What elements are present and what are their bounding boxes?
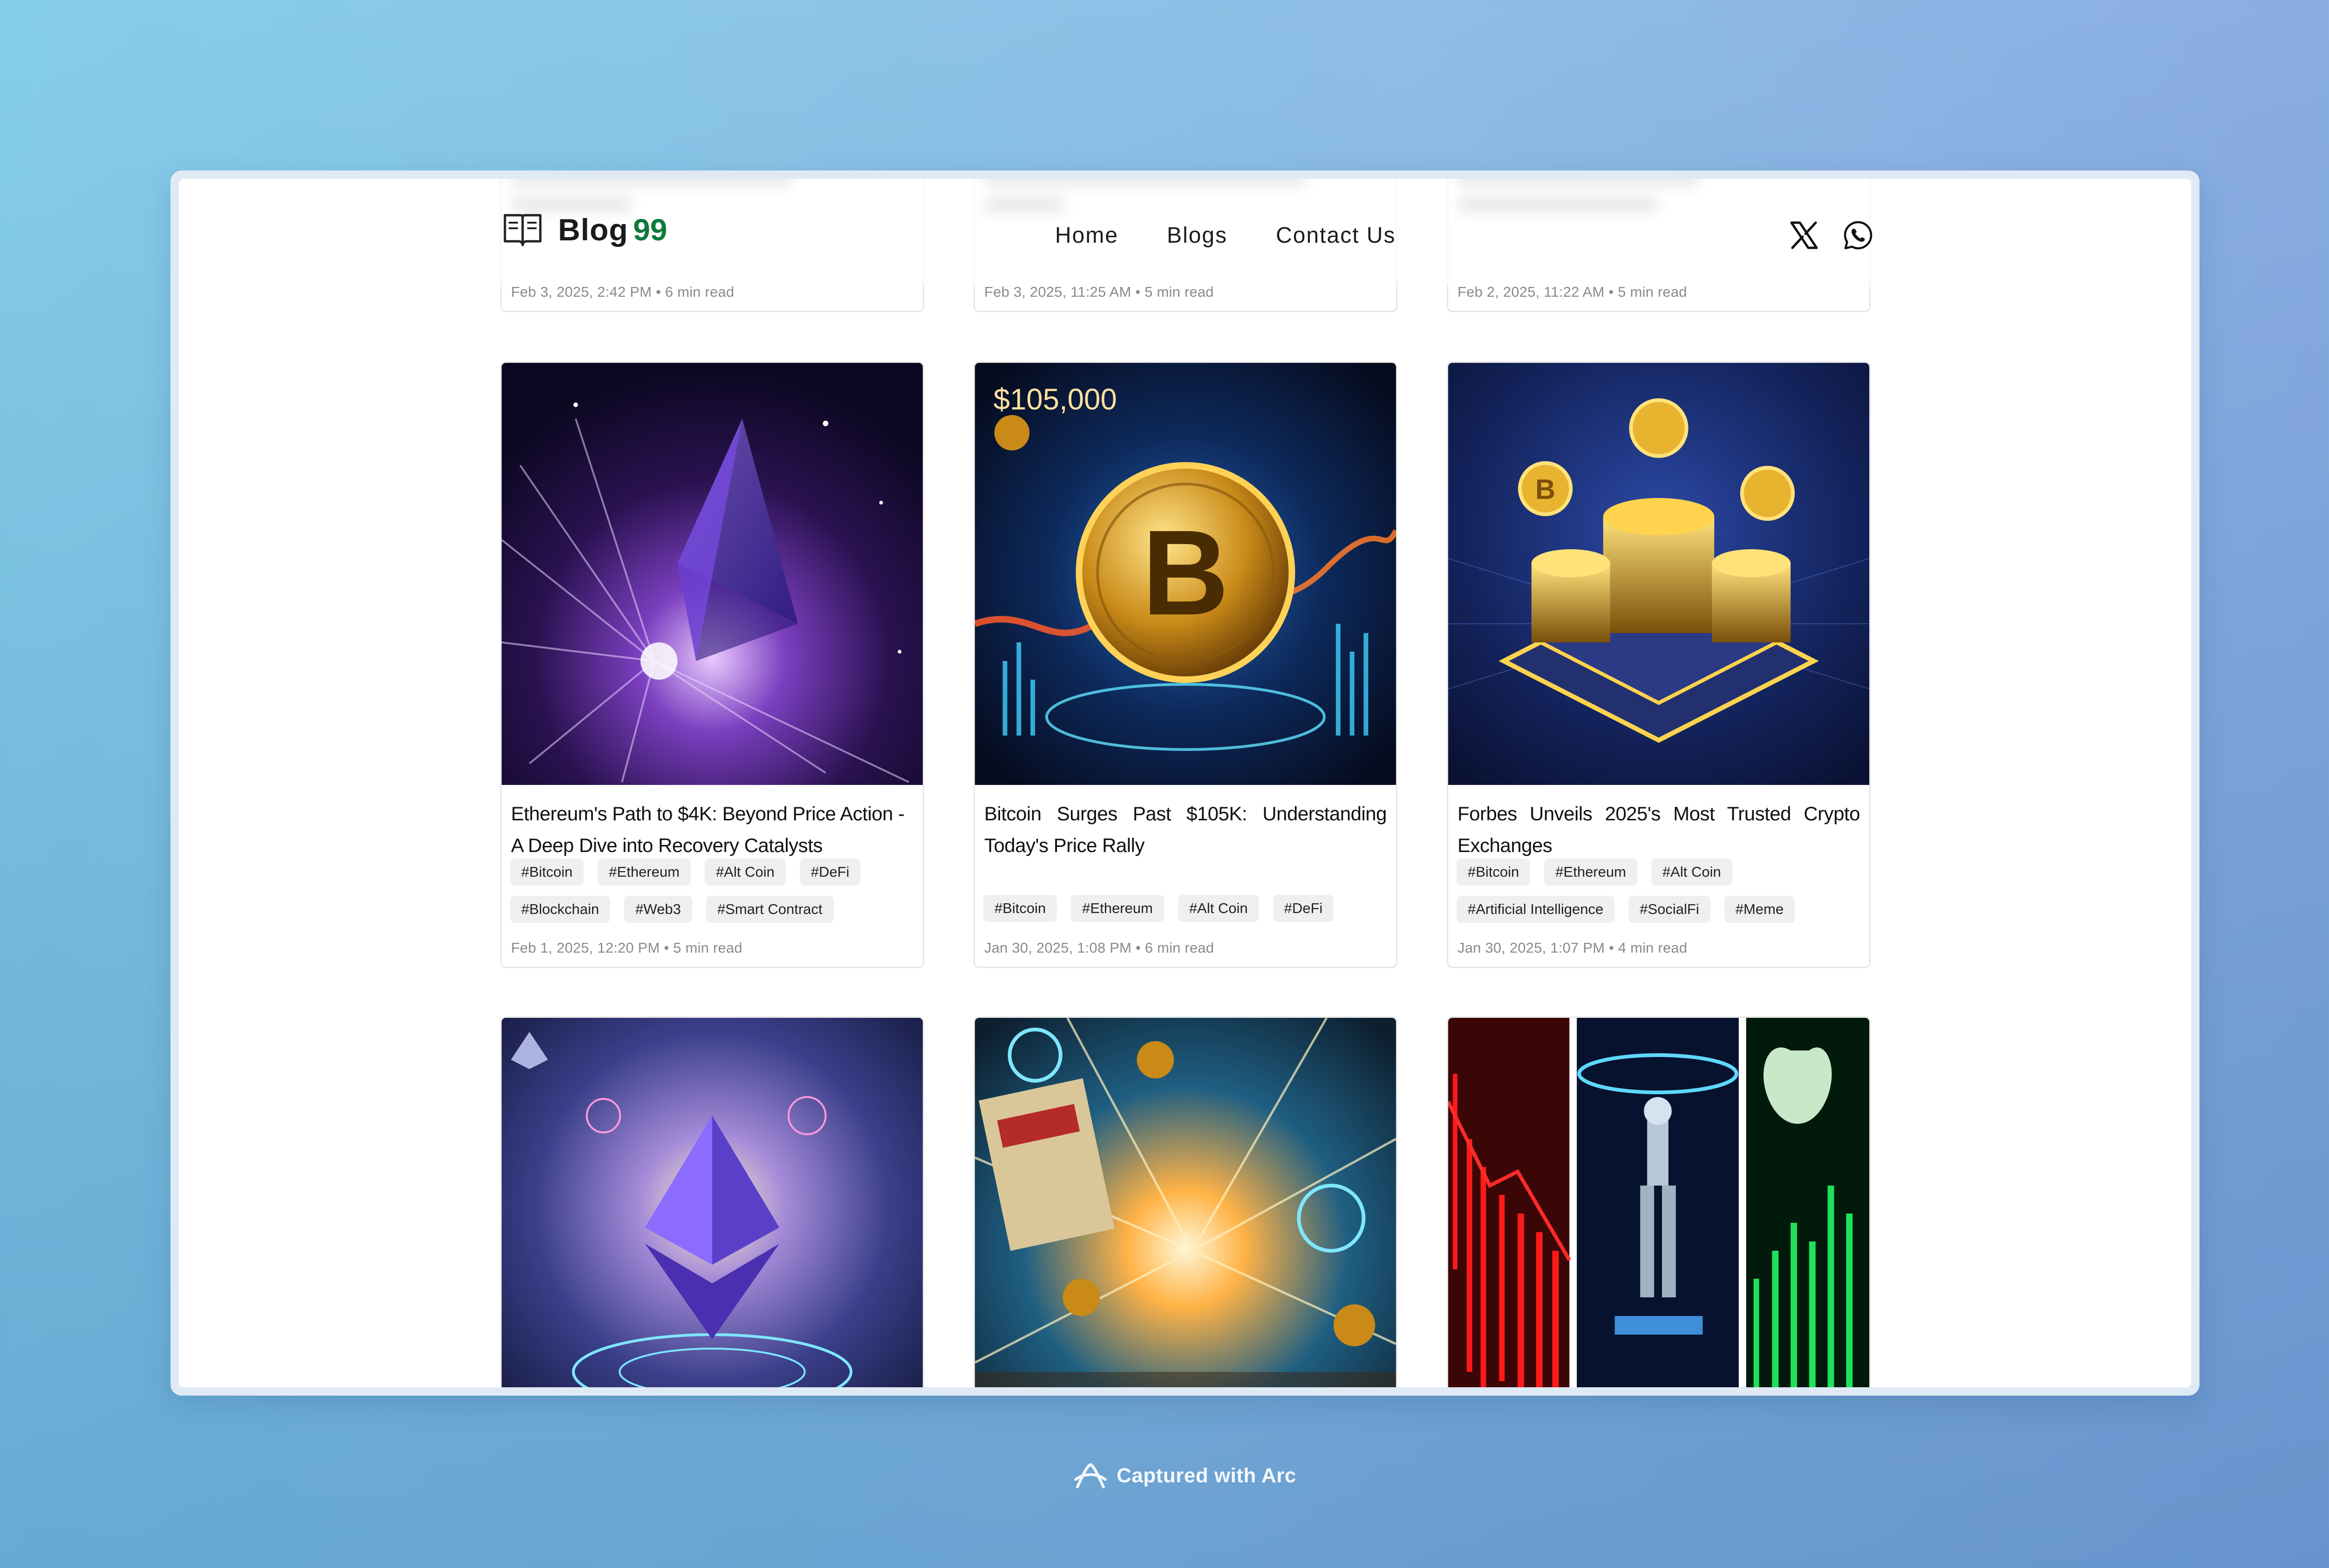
post-image: B $105,000 [975, 363, 1396, 785]
capture-footer: Captured with Arc [0, 1461, 2329, 1491]
tag[interactable]: #Ethereum [598, 859, 691, 886]
main-nav: Home Blogs Contact Us [1055, 223, 1396, 248]
nav-blogs[interactable]: Blogs [1167, 223, 1227, 248]
tag[interactable]: #Alt Coin [1651, 859, 1732, 886]
site-logo[interactable]: Blog 99 [502, 211, 667, 248]
open-book-icon [504, 214, 542, 246]
blog-card[interactable] [974, 1016, 1397, 1387]
whatsapp-icon[interactable] [1843, 220, 1873, 251]
tag[interactable]: #Smart Contract [706, 896, 834, 923]
page-viewport[interactable]: Feb 3, 2025, 2:42 PM • 6 min read Feb 3,… [179, 179, 2191, 1387]
tag[interactable]: #Bitcoin [983, 895, 1057, 922]
tag-list: #Bitcoin #Ethereum #Alt Coin #DeFi [983, 895, 1388, 922]
tag[interactable]: #Blockchain [510, 896, 611, 923]
tag[interactable]: #SocialFi [1628, 896, 1710, 923]
post-meta: Feb 2, 2025, 11:22 AM • 5 min read [1457, 284, 1687, 300]
post-meta: Feb 3, 2025, 11:25 AM • 5 min read [984, 284, 1214, 300]
post-meta: Jan 30, 2025, 1:07 PM • 4 min read [1457, 940, 1688, 956]
tag[interactable]: #Ethereum [1071, 895, 1164, 922]
browser-window: Feb 3, 2025, 2:42 PM • 6 min read Feb 3,… [170, 170, 2200, 1396]
blog-card[interactable] [1447, 1016, 1871, 1387]
post-image: B [1448, 363, 1869, 785]
post-meta: Jan 30, 2025, 1:08 PM • 6 min read [984, 940, 1214, 956]
tag[interactable]: #Bitcoin [510, 859, 584, 886]
blog-card-bitcoin-105k[interactable]: B $105,000 Bitcoin Surges Past $105K: Un… [974, 361, 1397, 968]
tag[interactable]: #Bitcoin [1457, 859, 1531, 886]
svg-text:B: B [1535, 474, 1555, 505]
blog-card-ethereum-4k[interactable]: Ethereum's Path to $4K: Beyond Price Act… [500, 361, 924, 968]
svg-text:B: B [1142, 504, 1229, 640]
post-image [502, 1018, 923, 1387]
blog-card-forbes-exchanges[interactable]: B Forbes Unveils 2025's Most Trusted Cry… [1447, 361, 1871, 968]
post-image [502, 363, 923, 785]
post-title[interactable]: Ethereum's Path to $4K: Beyond Price Act… [511, 798, 913, 861]
logo-number: 99 [633, 212, 667, 247]
tag-list: #Bitcoin #Ethereum #Alt Coin #DeFi #Bloc… [510, 859, 914, 923]
post-title[interactable]: Bitcoin Surges Past $105K: Understanding… [984, 798, 1387, 861]
nav-home[interactable]: Home [1055, 223, 1118, 248]
post-meta: Feb 1, 2025, 12:20 PM • 5 min read [511, 940, 742, 956]
site-header: Blog 99 Home Blogs Contact Us [179, 179, 2191, 286]
footer-text: Captured with Arc [1117, 1464, 1296, 1487]
post-title[interactable]: Forbes Unveils 2025's Most Trusted Crypt… [1457, 798, 1860, 861]
x-icon[interactable] [1789, 220, 1819, 251]
logo-text: Blog [558, 212, 628, 247]
image-price-text: $105,000 [994, 382, 1117, 416]
nav-contact-us[interactable]: Contact Us [1276, 223, 1396, 248]
tag[interactable]: #Artificial Intelligence [1457, 896, 1615, 923]
social-links [1789, 220, 1873, 251]
tag[interactable]: #Meme [1724, 896, 1795, 923]
tag[interactable]: #Web3 [624, 896, 692, 923]
tag[interactable]: #Alt Coin [1178, 895, 1259, 922]
tag-list: #Bitcoin #Ethereum #Alt Coin #Artificial… [1457, 859, 1861, 923]
post-image [975, 1018, 1396, 1387]
tag[interactable]: #DeFi [799, 859, 861, 886]
post-image [1448, 1018, 1869, 1387]
blog-card[interactable] [500, 1016, 924, 1387]
tag[interactable]: #Ethereum [1544, 859, 1637, 886]
tag[interactable]: #DeFi [1273, 895, 1334, 922]
tag[interactable]: #Alt Coin [704, 859, 786, 886]
arc-logo-icon [1074, 1463, 1107, 1488]
post-meta: Feb 3, 2025, 2:42 PM • 6 min read [511, 284, 735, 300]
